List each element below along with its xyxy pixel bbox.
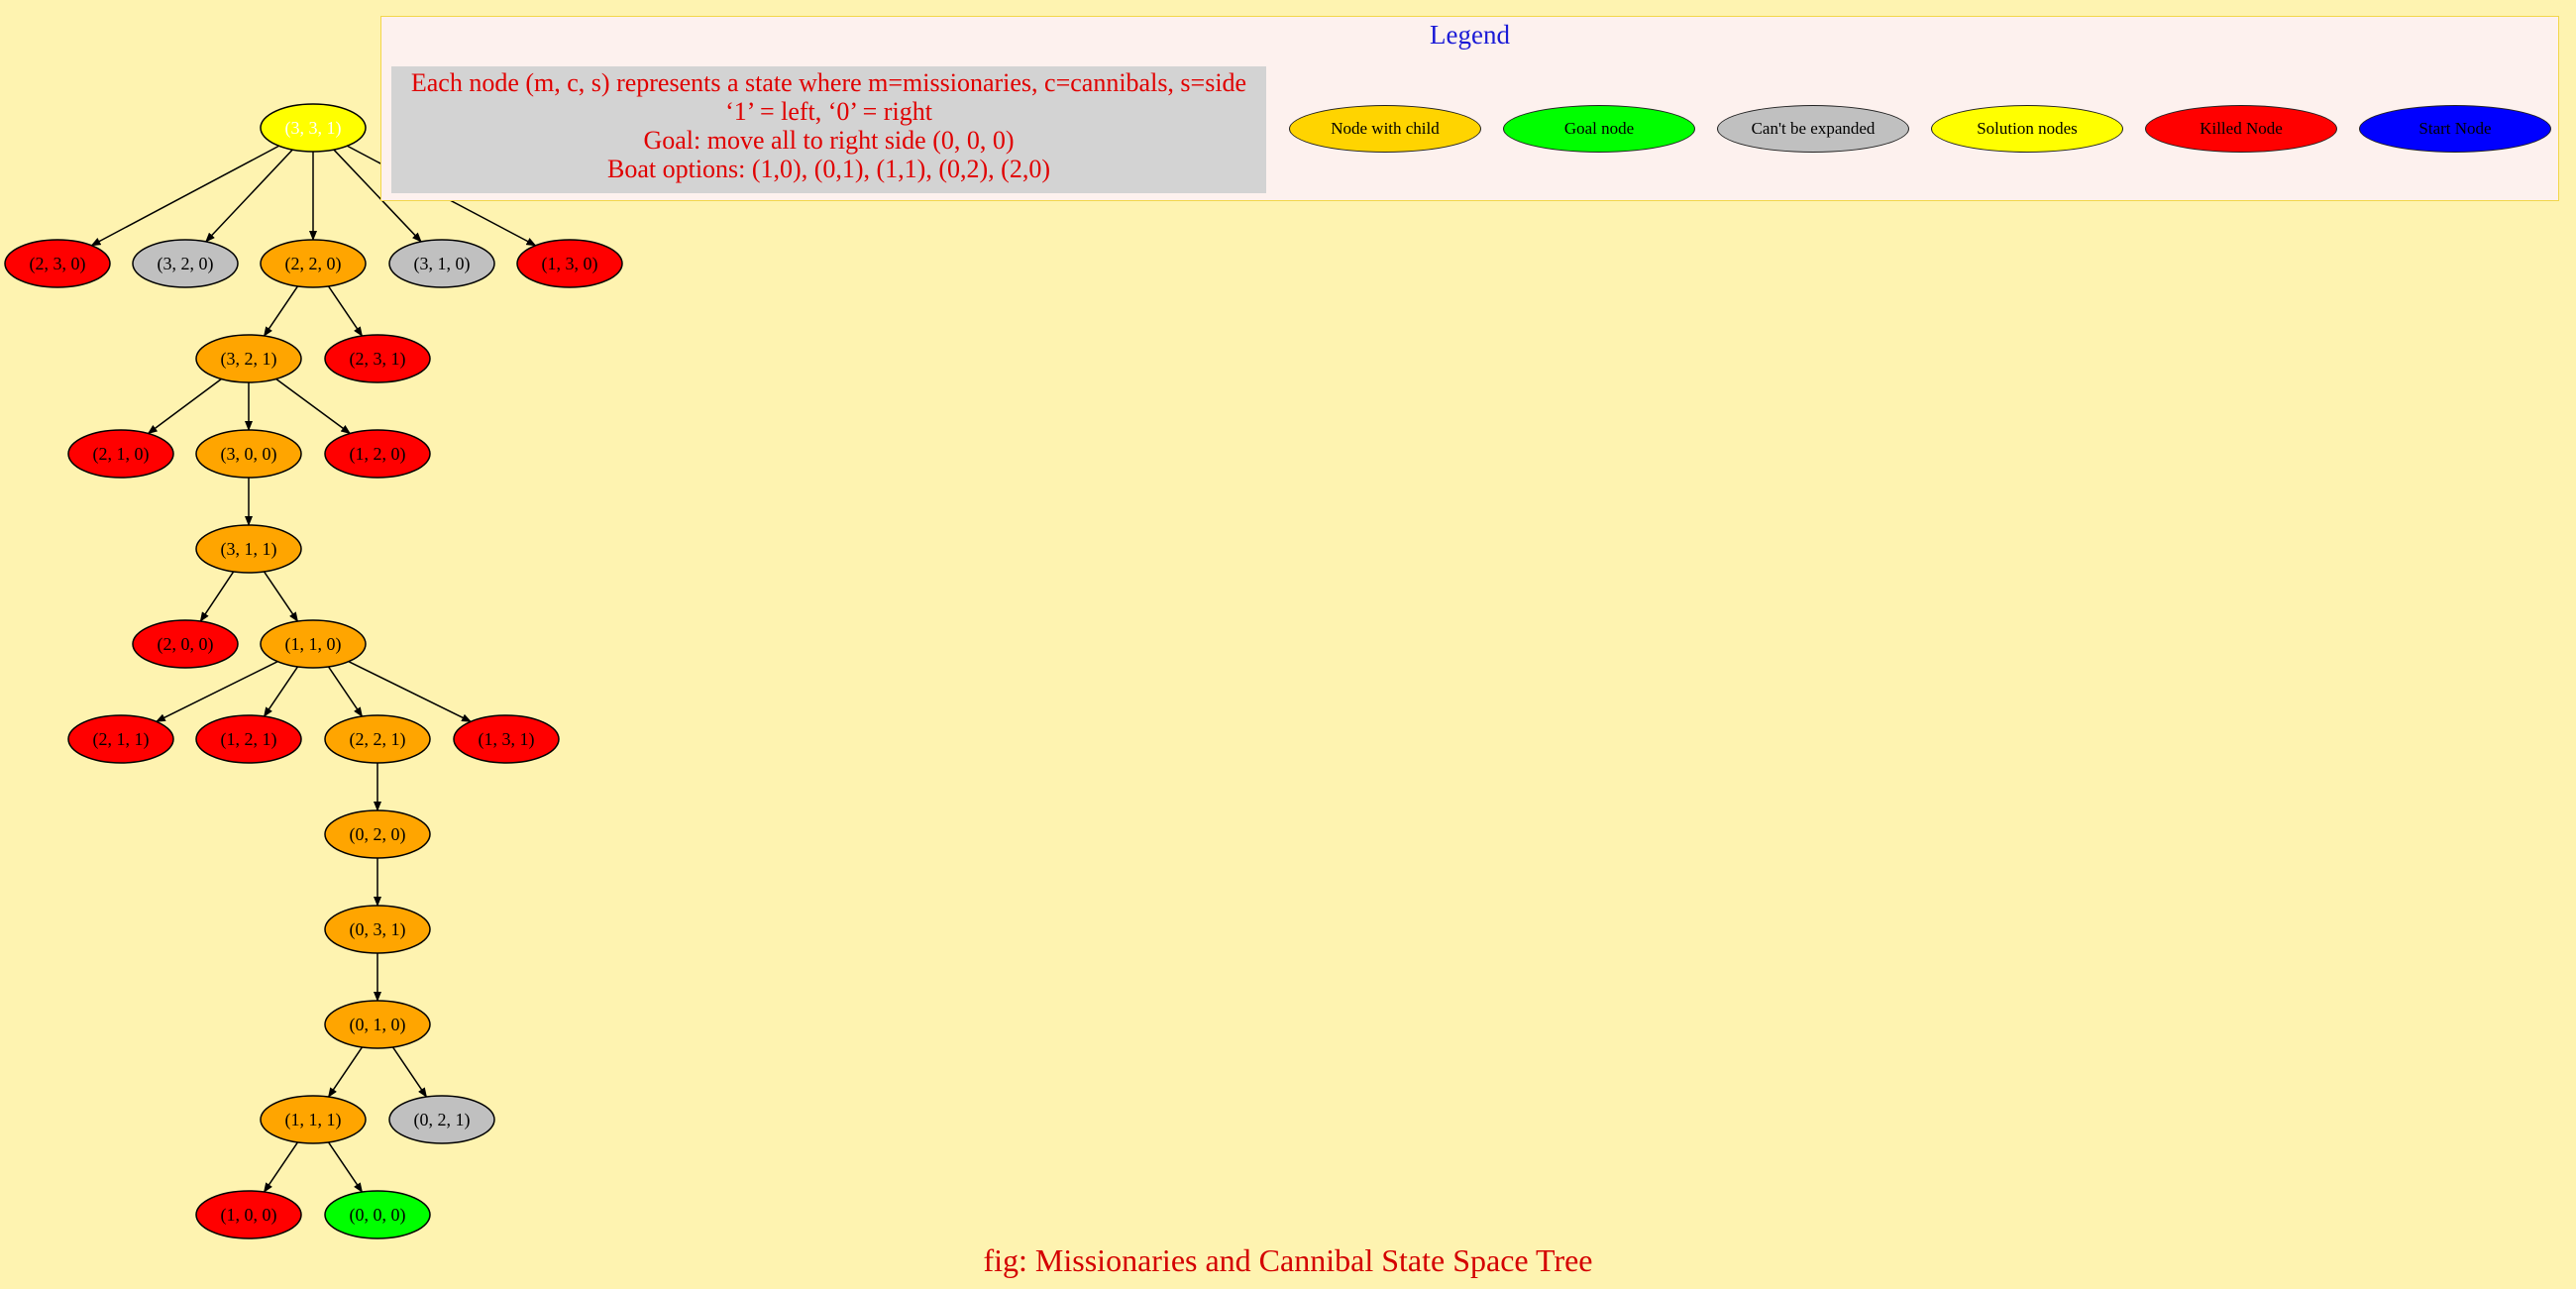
tree-edge <box>263 285 299 337</box>
tree-node: (1, 1, 1) <box>260 1095 367 1144</box>
tree-node: (1, 0, 0) <box>195 1190 302 1239</box>
legend-description-line: Goal: move all to right side (0, 0, 0) <box>643 126 1015 155</box>
tree-node-label: (2, 1, 1) <box>93 729 150 750</box>
tree-edge <box>327 1046 364 1098</box>
tree-node: (3, 3, 1) <box>260 103 367 153</box>
tree-node: (0, 3, 1) <box>324 905 431 954</box>
tree-node: (1, 2, 1) <box>195 714 302 764</box>
legend-panel: Legend Each node (m, c, s) represents a … <box>380 16 2559 201</box>
tree-node: (2, 3, 1) <box>324 334 431 383</box>
tree-node: (0, 0, 0) <box>324 1190 431 1239</box>
tree-node-label: (0, 0, 0) <box>350 1205 406 1226</box>
tree-node: (2, 1, 1) <box>67 714 174 764</box>
legend-item-start-node: Start Node <box>2359 105 2551 153</box>
legend-description-line: ‘1’ = left, ‘0’ = right <box>725 97 932 126</box>
legend-description-line: Boat options: (1,0), (0,1), (1,1), (0,2)… <box>607 155 1050 183</box>
tree-edge <box>263 1141 299 1193</box>
tree-node: (1, 3, 1) <box>453 714 560 764</box>
tree-node-label: (2, 0, 0) <box>158 634 214 655</box>
tree-node-label: (1, 3, 0) <box>542 254 598 274</box>
tree-edge <box>327 1141 364 1193</box>
legend-item-node-with-child: Node with child <box>1289 105 1481 153</box>
tree-node: (3, 1, 0) <box>388 239 495 288</box>
tree-node-label: (3, 2, 0) <box>158 254 214 274</box>
tree-node-label: (2, 3, 0) <box>30 254 86 274</box>
tree-edge <box>155 661 278 722</box>
tree-node-label: (2, 2, 1) <box>350 729 406 750</box>
tree-node-label: (0, 2, 0) <box>350 824 406 845</box>
tree-node-label: (0, 3, 1) <box>350 919 406 940</box>
tree-node-label: (3, 0, 0) <box>221 444 277 465</box>
legend-description-line: Each node (m, c, s) represents a state w… <box>410 68 1247 97</box>
tree-node: (3, 2, 0) <box>132 239 239 288</box>
tree-node-label: (3, 1, 0) <box>414 254 471 274</box>
tree-edge <box>391 1046 428 1098</box>
tree-edge <box>327 285 364 337</box>
tree-node-label: (3, 3, 1) <box>285 118 342 139</box>
tree-node: (3, 1, 1) <box>195 524 302 574</box>
tree-node-label: (1, 0, 0) <box>221 1205 277 1226</box>
tree-edge <box>90 145 279 247</box>
tree-node: (2, 1, 0) <box>67 429 174 479</box>
legend-title: Legend <box>1430 20 1510 50</box>
tree-node-label: (1, 2, 0) <box>350 444 406 465</box>
tree-edge <box>263 666 299 717</box>
tree-node: (3, 0, 0) <box>195 429 302 479</box>
tree-edge <box>199 571 235 622</box>
tree-node: (1, 3, 0) <box>516 239 623 288</box>
tree-node: (2, 0, 0) <box>132 619 239 669</box>
legend-item-killed-node: Killed Node <box>2145 105 2337 153</box>
tree-node-label: (1, 2, 1) <box>221 729 277 750</box>
tree-node-label: (2, 3, 1) <box>350 349 406 370</box>
tree-node: (1, 2, 0) <box>324 429 431 479</box>
tree-edge <box>348 660 473 723</box>
tree-node-label: (1, 3, 1) <box>479 729 535 750</box>
legend-description: Each node (m, c, s) represents a state w… <box>391 66 1266 193</box>
figure-caption: fig: Missionaries and Cannibal State Spa… <box>983 1242 1593 1278</box>
tree-node: (2, 3, 0) <box>4 239 111 288</box>
tree-node: (0, 2, 0) <box>324 809 431 859</box>
tree-edge <box>147 377 222 435</box>
legend-item-solution-nodes: Solution nodes <box>1931 105 2123 153</box>
tree-node-label: (1, 1, 0) <box>285 634 342 655</box>
tree-node: (1, 1, 0) <box>260 619 367 669</box>
tree-edge <box>327 666 364 717</box>
tree-node: (2, 2, 1) <box>324 714 431 764</box>
tree-node-label: (3, 2, 1) <box>221 349 277 370</box>
tree-node-label: (2, 1, 0) <box>93 444 150 465</box>
tree-node-label: (1, 1, 1) <box>285 1110 342 1130</box>
tree-node-label: (0, 2, 1) <box>414 1110 471 1130</box>
legend-item-goal-node: Goal node <box>1503 105 1695 153</box>
legend-item-cant-be-expanded: Can't be expanded <box>1717 105 1909 153</box>
tree-node-label: (0, 1, 0) <box>350 1015 406 1035</box>
tree-edge <box>263 571 299 622</box>
tree-node: (3, 2, 1) <box>195 334 302 383</box>
tree-node: (0, 1, 0) <box>324 1000 431 1049</box>
tree-edge <box>275 377 352 435</box>
tree-edge <box>205 149 293 243</box>
tree-node-label: (3, 1, 1) <box>221 539 277 560</box>
tree-node: (2, 2, 0) <box>260 239 367 288</box>
tree-node-label: (2, 2, 0) <box>285 254 342 274</box>
tree-node: (0, 2, 1) <box>388 1095 495 1144</box>
